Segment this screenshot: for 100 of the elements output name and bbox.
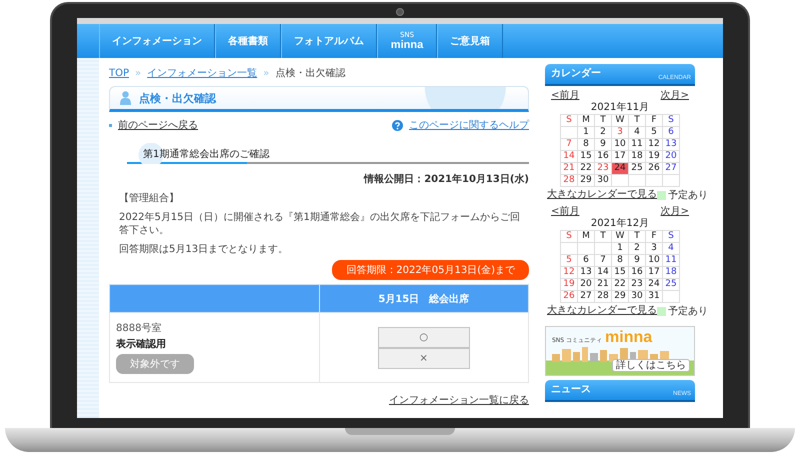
calendar-day: 7: [561, 139, 578, 151]
calendar-day: 3: [646, 243, 663, 255]
calendar-day: 5: [646, 127, 663, 139]
calendar-day: 8: [612, 255, 629, 267]
breadcrumb-link[interactable]: TOP: [109, 68, 130, 78]
previous-month-link[interactable]: <前月: [551, 206, 580, 218]
calendar-day: 21: [561, 163, 578, 175]
next-month-link[interactable]: 次月>: [660, 206, 689, 218]
calendar-day: 27: [578, 291, 595, 303]
calendar-day: 15: [612, 267, 629, 279]
section-heading: 第1期通常総会出席のご確認: [127, 143, 529, 164]
room-number: 8888号室: [116, 322, 162, 335]
legend-swatch: [657, 306, 666, 316]
person-icon: [120, 91, 131, 105]
calendar-day: 5: [561, 255, 578, 267]
calendar-day: 1: [578, 127, 595, 139]
calendar-day: 13: [663, 139, 680, 151]
calendar-day: 24: [646, 279, 663, 291]
calendar-day: 21: [595, 279, 612, 291]
calendar-day: 26: [561, 291, 578, 303]
calendar-day: 11: [629, 139, 646, 151]
calendar-day: 16: [629, 267, 646, 279]
calendar-day: 18: [629, 151, 646, 163]
calendar-title: カレンダー: [551, 66, 601, 80]
calendar-day: 22: [578, 163, 595, 175]
weekday-cell: W: [612, 231, 629, 243]
previous-month-link[interactable]: <前月: [551, 90, 580, 102]
calendar-day: 23: [595, 163, 612, 175]
calendar-day: 10: [612, 139, 629, 151]
calendar-day: 9: [595, 139, 612, 151]
calendar-day: 31: [646, 291, 663, 303]
month-title: 2021年11月: [590, 102, 650, 114]
calendar-day: 30: [595, 175, 612, 187]
calendar-day: 15: [578, 151, 595, 163]
calendar-day: 9: [629, 255, 646, 267]
calendar-day: 28: [595, 291, 612, 303]
calendar-day: 30: [629, 291, 646, 303]
help-icon: [392, 120, 403, 130]
publish-date: 情報公開日：2021年10月13日(水): [362, 172, 529, 186]
breadcrumb-link[interactable]: インフォメーション一覧: [147, 66, 258, 80]
calendar-day: 6: [663, 127, 680, 139]
calendar-day: 19: [646, 151, 663, 163]
answer-option-button[interactable]: ×: [378, 348, 470, 368]
calendar-day: 17: [646, 267, 663, 279]
calendar-day: 25: [629, 163, 646, 175]
breadcrumb-current: 点検・出欠確認: [275, 66, 346, 80]
help-link[interactable]: このページに関するヘルプ: [409, 118, 529, 132]
weekday-cell: S: [561, 115, 578, 127]
body-text: 2022年5月15日（日）に開催される『第1期通常総会』の出欠席を下記フォームからご回答下さい。: [119, 211, 521, 237]
breadcrumb-separator: »: [135, 68, 142, 78]
calendar-day: 14: [561, 151, 578, 163]
category-label: 【管理組合】: [119, 192, 180, 205]
details-button[interactable]: 詳しくはこちら: [612, 359, 690, 372]
calendar-day: 27: [663, 163, 680, 175]
answer-option-button[interactable]: ○: [378, 326, 470, 348]
calendar-day: 2: [629, 243, 646, 255]
large-calendar-link[interactable]: 大きなカレンダーで見る: [547, 189, 657, 201]
nav-item[interactable]: 各種書類: [215, 24, 281, 58]
body-text: 回答期限は5月13日までとなります。: [119, 243, 290, 256]
calendar-day: 10: [646, 255, 663, 267]
next-month-link[interactable]: 次月>: [660, 90, 689, 102]
weekday-cell: T: [595, 115, 612, 127]
weekday-cell: M: [578, 115, 595, 127]
weekday-cell: S: [663, 231, 680, 243]
calendar-day: 29: [612, 291, 629, 303]
calendar-day: 4: [629, 127, 646, 139]
weekday-cell: F: [646, 115, 663, 127]
news-title: ニュース: [551, 382, 591, 396]
calendar-day: 16: [595, 151, 612, 163]
breadcrumb-separator: »: [263, 68, 270, 78]
weekday-cell: S: [663, 115, 680, 127]
calendar-day: 14: [595, 267, 612, 279]
calendar-day: 22: [612, 279, 629, 291]
weekday-cell: T: [595, 231, 612, 243]
calendar-day: 13: [578, 267, 595, 279]
calendar-day: 4: [663, 243, 680, 255]
calendar-day: 28: [561, 175, 578, 187]
calendar-day: 12: [561, 267, 578, 279]
camera-icon: [396, 8, 404, 16]
calendar-day: 11: [663, 255, 680, 267]
column-header: 5月15日 総会出席: [319, 284, 528, 312]
large-calendar-link[interactable]: 大きなカレンダーで見る: [547, 305, 657, 317]
calendar-day: 24: [612, 163, 629, 175]
calendar-day: 20: [663, 151, 680, 163]
calendar-day: 29: [578, 175, 595, 187]
calendar-day: 2: [595, 127, 612, 139]
nav-item[interactable]: インフォメーション: [99, 24, 215, 58]
calendar-day: 8: [578, 139, 595, 151]
calendar-day: 12: [646, 139, 663, 151]
calendar-day: 19: [561, 279, 578, 291]
return-link[interactable]: インフォメーション一覧に戻る: [389, 393, 529, 407]
resident-name: 表示確認用: [116, 338, 167, 351]
nav-item[interactable]: ご意見箱: [437, 24, 503, 58]
legend-swatch: [657, 190, 666, 200]
calendar-day: 1: [612, 243, 629, 255]
weekday-cell: W: [612, 115, 629, 127]
weekday-cell: F: [646, 231, 663, 243]
back-link[interactable]: 前のページへ戻る: [118, 118, 198, 132]
page-title: 点検・出欠確認: [139, 90, 216, 106]
nav-item[interactable]: フォトアルバム: [281, 24, 377, 58]
